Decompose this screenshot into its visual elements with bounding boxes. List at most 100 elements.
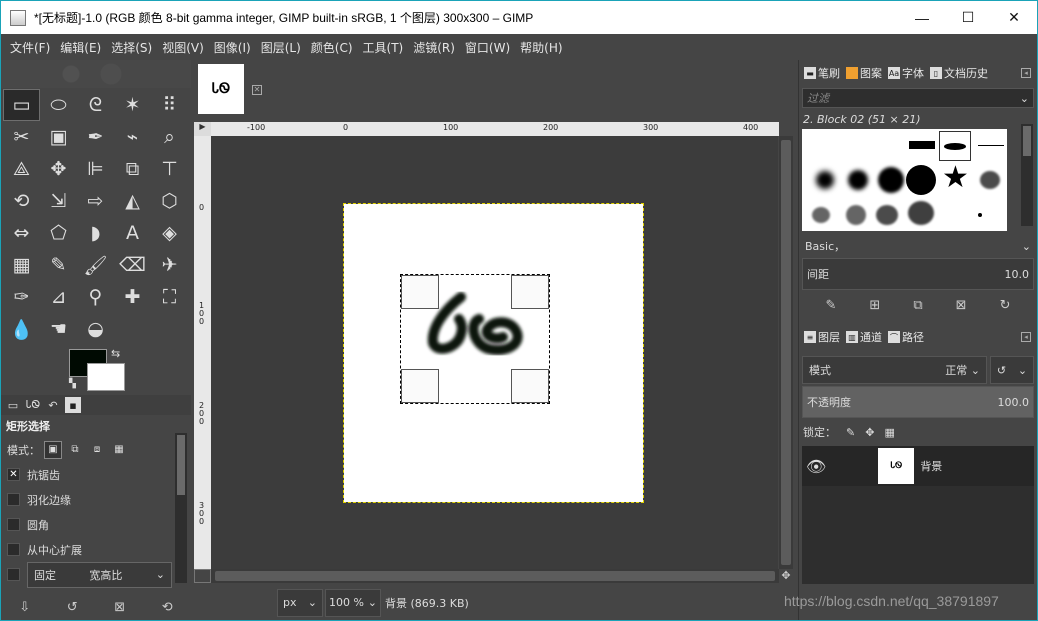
- lock-pixels-icon[interactable]: ✎: [846, 426, 855, 439]
- canvas-area[interactable]: [211, 136, 778, 569]
- feather-row[interactable]: 羽化边缘: [1, 487, 191, 512]
- duplicate-brush-icon[interactable]: ⧉: [913, 298, 922, 313]
- selection-rectangle[interactable]: [400, 274, 550, 404]
- image-canvas[interactable]: [343, 203, 644, 503]
- layer-mode-select[interactable]: 模式 正常 ⌄: [802, 356, 987, 384]
- scale-icon[interactable]: ⇲: [40, 185, 77, 217]
- tool-options-scrollbar[interactable]: [175, 433, 187, 583]
- zoom-icon[interactable]: ⌕: [151, 121, 188, 153]
- 3d-transform-icon[interactable]: ⬡: [151, 185, 188, 217]
- tab-paths[interactable]: ⌒ 路径: [886, 329, 926, 345]
- restore-preset-icon[interactable]: ↺: [67, 600, 78, 615]
- color-picker-icon[interactable]: ⌁: [114, 121, 151, 153]
- unit-select[interactable]: px ⌄: [277, 588, 323, 617]
- mode-replace-icon[interactable]: ▣: [44, 440, 62, 459]
- smudge-icon[interactable]: ☚: [40, 313, 77, 345]
- dodge-burn-icon[interactable]: ◒: [77, 313, 114, 345]
- navigate-icon[interactable]: ✥: [779, 569, 793, 583]
- crop-icon[interactable]: ⧉: [114, 153, 151, 185]
- free-select-icon[interactable]: ᘓ: [77, 89, 114, 121]
- mode-subtract-icon[interactable]: ⧈: [88, 441, 106, 459]
- airbrush-icon[interactable]: ✈: [151, 249, 188, 281]
- mode-intersect-icon[interactable]: ▦: [110, 441, 128, 459]
- tab-document-history[interactable]: ▯ 文档历史: [928, 65, 990, 81]
- quick-mask-corner[interactable]: ▶: [194, 122, 211, 136]
- mode-add-icon[interactable]: ⧉: [66, 441, 84, 459]
- vertical-ruler[interactable]: 0 1 0 0 2 0 0 3 0 0: [194, 136, 211, 569]
- new-brush-icon[interactable]: ⊞: [869, 298, 880, 313]
- expand-center-row[interactable]: 从中心扩展: [1, 537, 191, 562]
- menu-view[interactable]: 视图(V): [157, 39, 209, 56]
- image-tab-thumbnail[interactable]: ᏓᏫ: [198, 64, 244, 114]
- select-by-color-icon[interactable]: ⠿: [151, 89, 188, 121]
- text-icon[interactable]: A: [114, 217, 151, 249]
- brush-filter-input[interactable]: 过滤 ⌄: [802, 88, 1034, 108]
- menu-file[interactable]: 文件(F): [5, 39, 55, 56]
- brush-block-01[interactable]: [909, 141, 935, 149]
- reset-colors-icon[interactable]: ▚: [69, 379, 76, 389]
- horizontal-ruler[interactable]: -100 0 100 200 300 400: [211, 122, 779, 136]
- vertical-scroll-thumb[interactable]: [781, 140, 791, 565]
- shear-icon[interactable]: ⇨: [77, 185, 114, 217]
- maximize-button[interactable]: ☐: [945, 1, 991, 34]
- menu-help[interactable]: 帮助(H): [515, 39, 567, 56]
- device-status-tab-icon[interactable]: ᏓᏫ: [25, 397, 41, 413]
- brush-texture-1[interactable]: [812, 207, 830, 223]
- brush-texture-2[interactable]: [846, 205, 866, 225]
- rotate-icon[interactable]: ⟲: [3, 185, 40, 217]
- perspective-clone-icon[interactable]: ⛶: [151, 281, 188, 313]
- move-icon[interactable]: ✥: [40, 153, 77, 185]
- menu-select[interactable]: 选择(S): [106, 39, 157, 56]
- menu-layer[interactable]: 图层(L): [256, 39, 306, 56]
- tool-options-tab-icon[interactable]: ▭: [5, 397, 21, 413]
- close-button[interactable]: ✕: [991, 1, 1037, 34]
- rect-select-icon[interactable]: ▭: [3, 89, 40, 121]
- lock-position-icon[interactable]: ✥: [865, 426, 874, 439]
- swap-colors-icon[interactable]: ⇆: [111, 347, 120, 360]
- fixed-checkbox[interactable]: [7, 568, 20, 581]
- clone-icon[interactable]: ⚲: [77, 281, 114, 313]
- expand-center-checkbox[interactable]: [7, 543, 20, 556]
- blur-icon[interactable]: 💧: [3, 313, 40, 345]
- brush-grid[interactable]: ★: [802, 129, 1007, 231]
- save-preset-icon[interactable]: ⇩: [19, 600, 30, 615]
- zoom-toggle-button[interactable]: [194, 569, 211, 583]
- rounded-row[interactable]: 圆角: [1, 512, 191, 537]
- brush-soft-1[interactable]: [816, 171, 834, 189]
- brush-splatter[interactable]: [980, 171, 1000, 189]
- zoom-select[interactable]: 100 % ⌄: [325, 588, 381, 617]
- opacity-slider[interactable]: 不透明度 100.0: [802, 386, 1034, 418]
- fixed-select[interactable]: 固定 宽高比 ⌄: [27, 561, 172, 588]
- gradient-icon[interactable]: ▦: [3, 249, 40, 281]
- brush-texture-5[interactable]: [978, 213, 982, 217]
- layer-row[interactable]: 👁 ᏓᏫ 背景: [802, 446, 1034, 486]
- brush-tag-row[interactable]: Basic， ⌄: [802, 236, 1034, 256]
- spacing-slider[interactable]: 间距 10.0: [802, 258, 1034, 290]
- reset-options-icon[interactable]: ⟲: [162, 600, 173, 615]
- dock-menu-icon[interactable]: ◂: [1021, 332, 1031, 342]
- ink-icon[interactable]: ✑: [3, 281, 40, 313]
- tab-layers[interactable]: ≡ 图层: [802, 329, 842, 345]
- eye-icon[interactable]: 👁: [806, 457, 826, 476]
- brush-block-02-selected[interactable]: [939, 131, 971, 161]
- tab-channels[interactable]: ▥ 通道: [844, 329, 884, 345]
- cage-icon[interactable]: ⬠: [40, 217, 77, 249]
- menu-tools[interactable]: 工具(T): [358, 39, 409, 56]
- brush-hard[interactable]: [906, 165, 936, 195]
- fuzzy-select-icon[interactable]: ✶: [114, 89, 151, 121]
- selection-handle-bl[interactable]: [401, 369, 439, 403]
- warp-icon[interactable]: ◗: [77, 217, 114, 249]
- menu-edit[interactable]: 编辑(E): [55, 39, 106, 56]
- brush-star[interactable]: ★: [942, 163, 969, 193]
- perspective-icon[interactable]: ◭: [114, 185, 151, 217]
- paths-icon[interactable]: ✒: [77, 121, 114, 153]
- flip-icon[interactable]: ⇔: [3, 217, 40, 249]
- refresh-brushes-icon[interactable]: ↻: [1000, 298, 1011, 313]
- menu-windows[interactable]: 窗口(W): [460, 39, 515, 56]
- tab-brushes[interactable]: ▬ 笔刷: [802, 65, 842, 81]
- antialias-row[interactable]: ✕ 抗锯齿: [1, 462, 191, 487]
- menu-colors[interactable]: 颜色(C): [306, 39, 358, 56]
- mypaint-icon[interactable]: ⊿: [40, 281, 77, 313]
- brush-soft-2[interactable]: [848, 170, 868, 190]
- brush-line[interactable]: [978, 145, 1004, 146]
